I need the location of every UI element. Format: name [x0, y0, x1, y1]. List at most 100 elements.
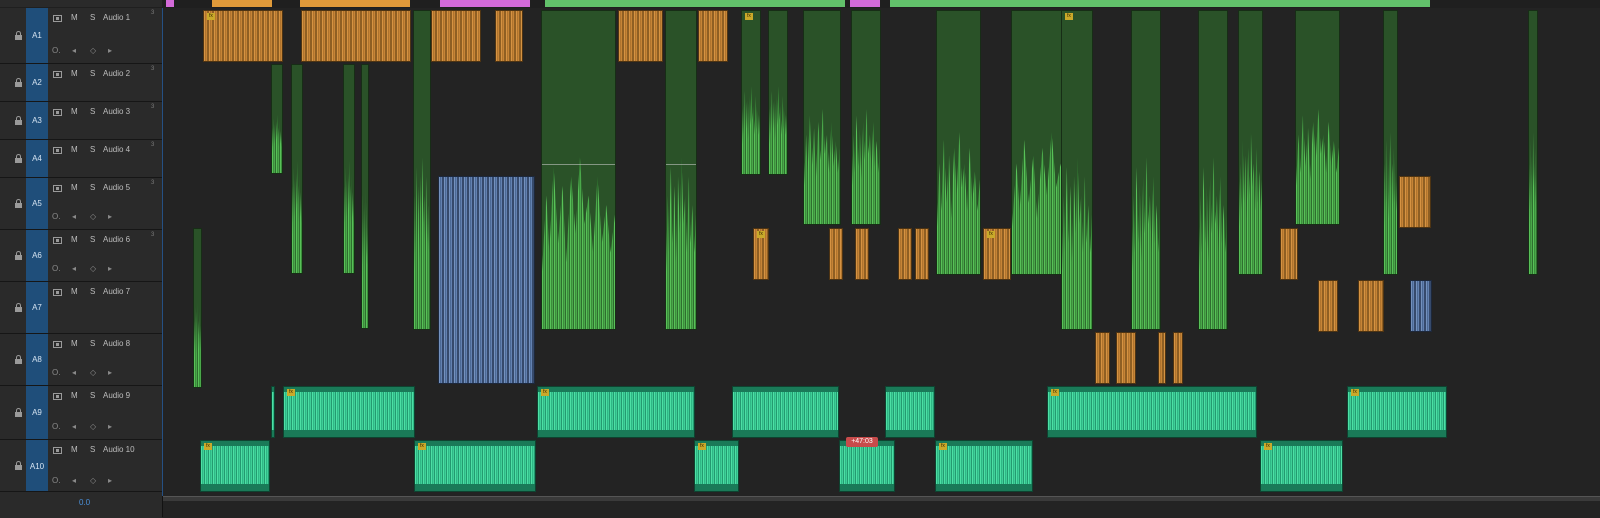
- audio-clip[interactable]: [1383, 10, 1398, 275]
- audio-clip[interactable]: [915, 228, 929, 280]
- track-name[interactable]: Audio 7: [103, 287, 130, 296]
- track-name[interactable]: Audio 8: [103, 339, 130, 348]
- add-keyframe-icon[interactable]: ◇: [90, 476, 96, 485]
- audio-clip[interactable]: fx: [983, 228, 1011, 280]
- next-keyframe-icon[interactable]: ▸: [108, 212, 112, 221]
- audio-clip[interactable]: [271, 64, 283, 174]
- solo-button[interactable]: S: [90, 445, 95, 454]
- audio-clip[interactable]: [413, 10, 431, 330]
- audio-clip[interactable]: [193, 228, 202, 388]
- next-keyframe-icon[interactable]: ▸: [108, 476, 112, 485]
- track-name[interactable]: Audio 5: [103, 183, 130, 192]
- track-output-icon[interactable]: [53, 185, 62, 192]
- track-header-a2[interactable]: A2 M S Audio 2 3: [0, 64, 162, 102]
- add-keyframe-icon[interactable]: ◇: [90, 46, 96, 55]
- audio-clip[interactable]: [839, 440, 895, 492]
- next-keyframe-icon[interactable]: ▸: [108, 264, 112, 273]
- audio-clip[interactable]: [343, 64, 355, 274]
- solo-button[interactable]: S: [90, 235, 95, 244]
- audio-clip[interactable]: [851, 10, 881, 225]
- mute-button[interactable]: M: [71, 107, 78, 116]
- track-id[interactable]: A10: [26, 440, 48, 492]
- audio-clip[interactable]: [541, 10, 616, 330]
- audio-clip[interactable]: [271, 386, 275, 438]
- audio-clip[interactable]: [1131, 10, 1161, 330]
- solo-button[interactable]: S: [90, 145, 95, 154]
- audio-clip[interactable]: [1295, 10, 1340, 225]
- next-keyframe-icon[interactable]: ▸: [108, 46, 112, 55]
- track-name[interactable]: Audio 1: [103, 13, 130, 22]
- prev-keyframe-icon[interactable]: ◂: [72, 422, 76, 431]
- track-header-a3[interactable]: A3 M S Audio 3 3: [0, 102, 162, 140]
- audio-clip[interactable]: [361, 64, 369, 329]
- track-output-icon[interactable]: [53, 15, 62, 22]
- track-header-a10[interactable]: A10 M S Audio 10 O. ◂ ◇ ▸: [0, 440, 162, 493]
- audio-clip[interactable]: [431, 10, 481, 62]
- track-output-icon[interactable]: [53, 109, 62, 116]
- track-id[interactable]: A8: [26, 334, 48, 385]
- audio-clip[interactable]: [1095, 332, 1110, 384]
- audio-clip[interactable]: fx: [1260, 440, 1343, 492]
- audio-clip[interactable]: fx: [283, 386, 415, 438]
- track-header-a5[interactable]: A5 M S Audio 5 3 O. ◂ ◇ ▸: [0, 178, 162, 230]
- add-keyframe-icon[interactable]: ◇: [90, 212, 96, 221]
- keyframe-toggle-icon[interactable]: O.: [52, 264, 60, 273]
- track-id[interactable]: A3: [26, 102, 48, 139]
- track-id[interactable]: A6: [26, 230, 48, 281]
- track-name[interactable]: Audio 9: [103, 391, 130, 400]
- track-output-icon[interactable]: [53, 289, 62, 296]
- audio-clip[interactable]: fx: [1347, 386, 1447, 438]
- audio-clip[interactable]: [1280, 228, 1298, 280]
- track-name[interactable]: Audio 4: [103, 145, 130, 154]
- audio-clip[interactable]: fx: [203, 10, 283, 62]
- lock-icon[interactable]: [14, 354, 23, 365]
- audio-clip[interactable]: fx: [537, 386, 695, 438]
- audio-clip[interactable]: [301, 10, 411, 62]
- track-id[interactable]: A2: [26, 64, 48, 101]
- audio-clip[interactable]: fx: [414, 440, 536, 492]
- lock-icon[interactable]: [14, 250, 23, 261]
- track-header-a7[interactable]: A7 M S Audio 7: [0, 282, 162, 334]
- mute-button[interactable]: M: [71, 445, 78, 454]
- solo-button[interactable]: S: [90, 287, 95, 296]
- audio-clip[interactable]: [291, 64, 303, 274]
- audio-clip[interactable]: [1116, 332, 1136, 384]
- audio-clip[interactable]: [1410, 280, 1432, 332]
- add-keyframe-icon[interactable]: ◇: [90, 368, 96, 377]
- audio-clip[interactable]: [855, 228, 869, 280]
- audio-clip[interactable]: fx: [753, 228, 769, 280]
- keyframe-toggle-icon[interactable]: O.: [52, 46, 60, 55]
- audio-clip[interactable]: [438, 176, 535, 384]
- lock-icon[interactable]: [14, 198, 23, 209]
- track-name[interactable]: Audio 10: [103, 445, 135, 454]
- track-header-a8[interactable]: A8 M S Audio 8 O. ◂ ◇ ▸: [0, 334, 162, 386]
- track-id[interactable]: A4: [26, 140, 48, 177]
- mute-button[interactable]: M: [71, 183, 78, 192]
- mute-button[interactable]: M: [71, 13, 78, 22]
- audio-clip[interactable]: fx: [200, 440, 270, 492]
- keyframe-toggle-icon[interactable]: O.: [52, 368, 60, 377]
- audio-clip[interactable]: [1399, 176, 1431, 228]
- lock-icon[interactable]: [14, 77, 23, 88]
- audio-clip[interactable]: [618, 10, 663, 62]
- audio-clip[interactable]: [495, 10, 523, 62]
- mute-button[interactable]: M: [71, 391, 78, 400]
- audio-clip[interactable]: [1198, 10, 1228, 330]
- track-output-icon[interactable]: [53, 71, 62, 78]
- mute-button[interactable]: M: [71, 287, 78, 296]
- mute-button[interactable]: M: [71, 235, 78, 244]
- track-id[interactable]: A5: [26, 178, 48, 229]
- track-output-icon[interactable]: [53, 237, 62, 244]
- audio-clip[interactable]: [1358, 280, 1384, 332]
- track-output-icon[interactable]: [53, 447, 62, 454]
- lock-icon[interactable]: [14, 302, 23, 313]
- audio-clip[interactable]: [1158, 332, 1166, 384]
- track-name[interactable]: Audio 6: [103, 235, 130, 244]
- audio-clip[interactable]: [898, 228, 912, 280]
- audio-clip[interactable]: fx: [1047, 386, 1257, 438]
- horizontal-scrollbar[interactable]: [163, 496, 1600, 501]
- keyframe-toggle-icon[interactable]: O.: [52, 212, 60, 221]
- track-name[interactable]: Audio 2: [103, 69, 130, 78]
- prev-keyframe-icon[interactable]: ◂: [72, 46, 76, 55]
- lock-icon[interactable]: [14, 407, 23, 418]
